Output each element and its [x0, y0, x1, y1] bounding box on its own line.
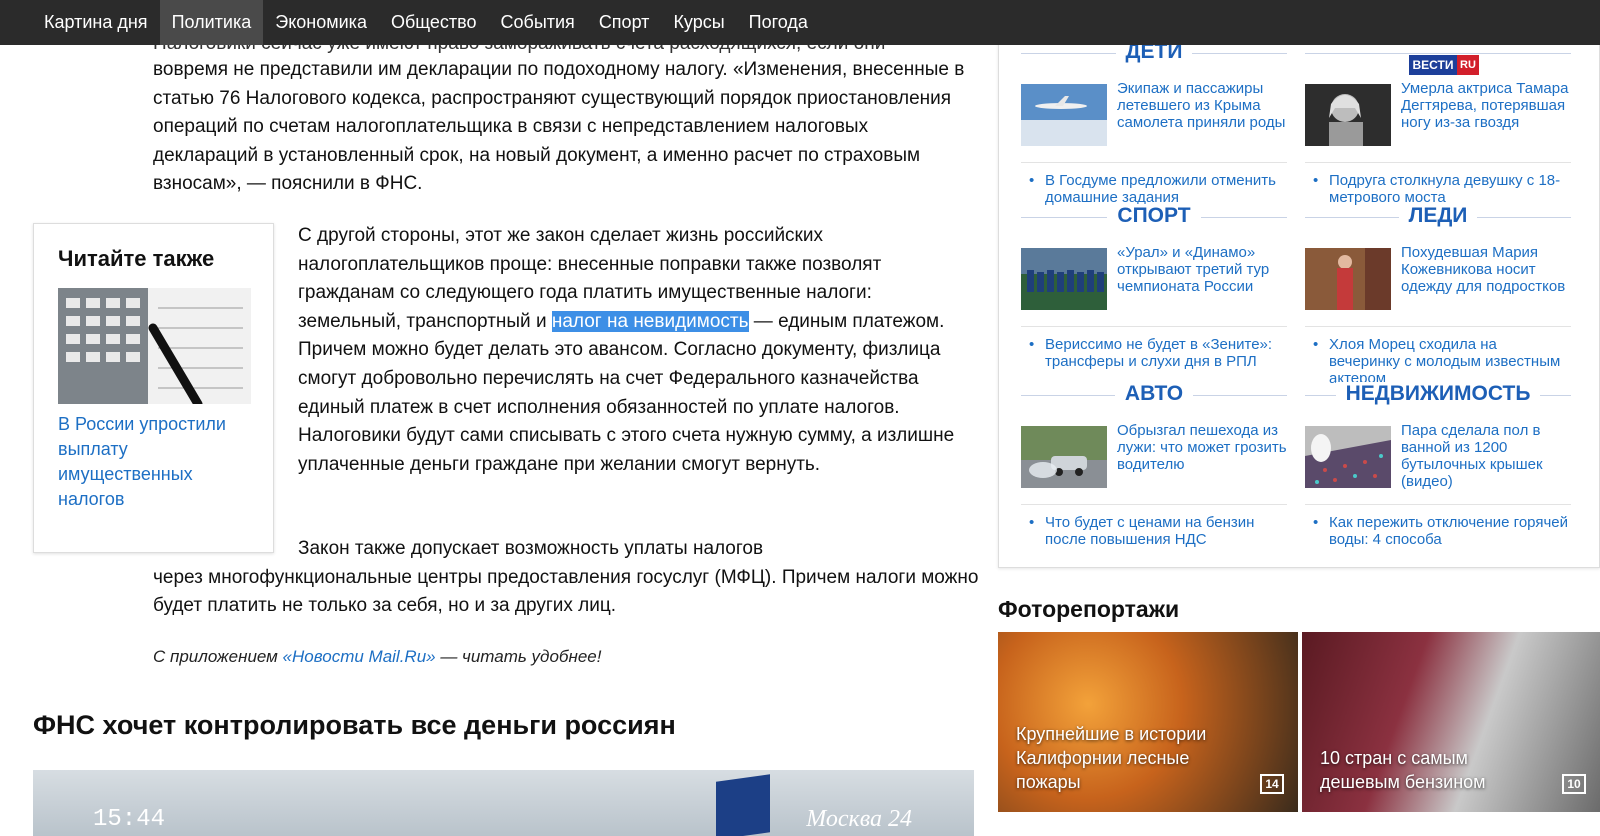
news-lead-link[interactable]: Пара сделала пол в ванной из 1200 бутыло… — [1401, 422, 1576, 490]
read-also-title: Читайте также — [58, 246, 215, 271]
news-sub-link[interactable]: В Госдуме предложили отменить домашние з… — [1021, 172, 1287, 206]
news-divider — [1021, 162, 1287, 163]
news-divider — [1305, 504, 1571, 505]
vesti-logo-right: RU — [1457, 55, 1479, 75]
news-sub-link[interactable]: Подруга столкнула девушку с 18-метрового… — [1305, 172, 1571, 206]
woman-fashion-thumbnail[interactable] — [1305, 248, 1391, 310]
vesti-logo-left: ВЕСТИ — [1409, 55, 1457, 75]
photo-report-caption: Крупнейшие в истории Калифорнии лесные п… — [1016, 724, 1207, 792]
nav-item-sobytiya[interactable]: События — [489, 0, 587, 45]
news-sub-link[interactable]: Верисcимо не будет в «Зените»: трансферы… — [1021, 336, 1287, 370]
video-clock-overlay: 15:44 — [93, 806, 166, 833]
news-divider — [1021, 504, 1287, 505]
nav-item-obshchestvo[interactable]: Общество — [379, 0, 489, 45]
vesti-ru-logo[interactable]: ВЕСТИ RU — [1409, 55, 1479, 75]
news-lead-link[interactable]: Экипаж и пассажиры летевшего из Крыма са… — [1117, 80, 1292, 131]
car-splash-thumbnail[interactable] — [1021, 426, 1107, 488]
nav-item-politika[interactable]: Политика — [159, 0, 264, 45]
calculator-and-pen-image — [58, 288, 251, 404]
nav-item-kursy[interactable]: Курсы — [661, 0, 736, 45]
video-frame-monitor — [716, 774, 770, 836]
nav-item-pogoda[interactable]: Погода — [737, 0, 820, 45]
app-promo-suffix: — читать удобнее! — [435, 647, 602, 666]
photo-report-caption: 10 стран с самым дешевым бензином — [1320, 748, 1486, 792]
app-promo-note: С приложением «Новости Mail.Ru» — читать… — [153, 647, 601, 667]
actress-portrait-thumbnail[interactable] — [1305, 84, 1391, 146]
app-promo-link[interactable]: «Новости Mail.Ru» — [283, 647, 436, 666]
news-category-header[interactable]: ЛЕДИ — [1305, 204, 1571, 230]
nav-item-ekonomika[interactable]: Экономика — [263, 0, 379, 45]
nav-item-sport[interactable]: Спорт — [587, 0, 662, 45]
selected-text-highlight[interactable]: налог на невидимость — [551, 310, 749, 332]
news-category-header[interactable]: НЕДВИЖИМОСТЬ — [1305, 382, 1571, 408]
video-player[interactable]: 15:44 Москва 24 — [33, 770, 974, 836]
paragraph-2-text-end: — единым платежом. Причем можно будет де… — [298, 310, 955, 475]
photo-count-badge: 14 — [1260, 774, 1284, 794]
paragraph-3-line-1: Закон также допускает возможность уплаты… — [298, 538, 764, 559]
video-channel-logo: Москва 24 — [806, 806, 912, 832]
news-sub-link[interactable]: Хлоя Морец сходила на вечеринку с молоды… — [1305, 336, 1571, 387]
news-sub-link[interactable]: Как пережить отключение горячей воды: 4 … — [1305, 514, 1571, 548]
news-lead-link[interactable]: Похудевшая Мария Кожевникова носит одежд… — [1401, 244, 1576, 295]
news-category-header[interactable]: СПОРТ — [1021, 204, 1287, 230]
section-heading: ФНС хочет контролировать все деньги росс… — [33, 710, 676, 740]
football-team-thumbnail[interactable] — [1021, 248, 1107, 310]
news-lead-link[interactable]: Обрызгал пешехода из лужи: что может гро… — [1117, 422, 1292, 473]
news-lead-link[interactable]: Умерла актриса Тамара Дегтярева, потеряв… — [1401, 80, 1576, 131]
app-promo-prefix: С приложением — [153, 647, 283, 666]
top-navigation: Картина дня Политика Экономика Общество … — [0, 0, 1600, 45]
photo-report-card[interactable]: Крупнейшие в истории Калифорнии лесные п… — [998, 632, 1298, 812]
article-paragraph-2: С другой стороны, этот же закон сделает … — [298, 222, 978, 479]
paragraph-3-rest: через многофункциональные центры предост… — [153, 566, 979, 617]
news-lead-link[interactable]: «Урал» и «Динамо» открывают третий тур ч… — [1117, 244, 1292, 295]
photo-count-badge: 10 — [1562, 774, 1586, 794]
news-category-header[interactable]: АВТО — [1021, 382, 1287, 408]
news-divider — [1305, 162, 1571, 163]
news-category-label: АВТО — [1114, 382, 1194, 405]
news-category-label: СПОРТ — [1107, 204, 1201, 227]
news-category-label: НЕДВИЖИМОСТЬ — [1335, 382, 1541, 405]
nav-item-kartina-dnya[interactable]: Картина дня — [32, 0, 160, 45]
read-also-link[interactable]: В России упростили выплату имущественных… — [58, 412, 249, 512]
read-also-box: Читайте также В России упростили выплату… — [33, 223, 274, 553]
read-also-image[interactable] — [58, 288, 251, 404]
bottlecap-floor-thumbnail[interactable] — [1305, 426, 1391, 488]
airplane-thumbnail[interactable] — [1021, 84, 1107, 146]
article-paragraph-3: Закон также допускает возможность уплаты… — [153, 535, 983, 621]
news-divider — [1021, 326, 1287, 327]
article-paragraph-1: вовремя не представили им декларации по … — [153, 59, 965, 195]
news-sub-link[interactable]: Что будет с ценами на бензин после повыш… — [1021, 514, 1287, 548]
news-category-label: ЛЕДИ — [1398, 204, 1478, 227]
photo-reports-title: Фоторепортажи — [998, 596, 1180, 622]
partner-news-block: ДЕТИ Экипаж и пассажиры летевшего из Кры… — [998, 30, 1600, 568]
photo-report-card[interactable]: 10 стран с самым дешевым бензином 10 — [1302, 632, 1600, 812]
news-divider — [1305, 326, 1571, 327]
